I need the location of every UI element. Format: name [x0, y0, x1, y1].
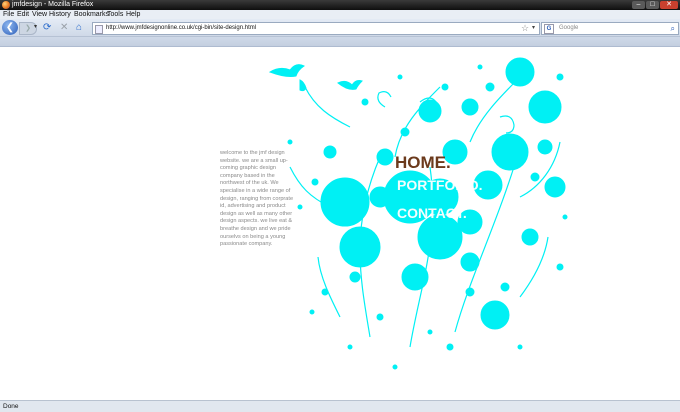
nav-link-portfolio[interactable]: PORTFOLIO. — [397, 177, 483, 193]
menu-bar: File Edit View History Bookmarks Tools H… — [0, 10, 680, 19]
menu-file[interactable]: File — [3, 10, 14, 19]
splash-artwork — [268, 57, 568, 370]
nav-link-home[interactable]: HOME. — [395, 153, 451, 173]
search-box[interactable]: G Google ⌕ — [541, 22, 679, 35]
window-titlebar: jmfdesign - Mozilla Firefox – □ ✕ — [0, 0, 680, 10]
back-button[interactable]: ❮ — [2, 20, 18, 35]
address-dropdown-icon[interactable]: ▾ — [532, 23, 535, 34]
bookmark-star-icon[interactable]: ☆ — [521, 23, 529, 34]
search-icon[interactable]: ⌕ — [671, 23, 675, 34]
status-bar: Done — [0, 400, 680, 412]
page-icon — [95, 25, 103, 34]
bookmarks-toolbar — [0, 37, 680, 47]
home-icon[interactable]: ⌂ — [76, 22, 82, 33]
close-button[interactable]: ✕ — [660, 1, 678, 9]
intro-text: welcome to the jmf design website. we ar… — [220, 150, 294, 248]
firefox-icon — [2, 1, 10, 9]
search-engine-icon[interactable]: G — [544, 24, 554, 34]
search-input[interactable]: Google — [559, 23, 578, 34]
menu-view[interactable]: View — [32, 10, 47, 19]
window-title: jmfdesign - Mozilla Firefox — [12, 1, 94, 8]
minimize-button[interactable]: – — [632, 1, 645, 9]
status-text: Done — [3, 403, 19, 410]
menu-tools[interactable]: Tools — [107, 10, 123, 19]
bird-shape — [299, 79, 307, 92]
navigation-toolbar: ❮ ❯ ▾ ⟳ ✕ ⌂ http://www.jmfdesignonline.c… — [0, 19, 680, 37]
history-dropdown-icon[interactable]: ▾ — [34, 23, 37, 30]
menu-bookmarks[interactable]: Bookmarks — [74, 10, 109, 19]
bird-shape — [337, 80, 363, 90]
address-bar[interactable]: http://www.jmfdesignonline.co.uk/cgi-bin… — [92, 22, 540, 35]
page-content: welcome to the jmf design website. we ar… — [0, 47, 680, 400]
nav-link-contact[interactable]: CONTACT. — [397, 205, 467, 221]
menu-help[interactable]: Help — [126, 10, 140, 19]
menu-edit[interactable]: Edit — [17, 10, 29, 19]
menu-history[interactable]: History — [49, 10, 71, 19]
reload-icon[interactable]: ⟳ — [43, 22, 51, 33]
address-url[interactable]: http://www.jmfdesignonline.co.uk/cgi-bin… — [106, 23, 256, 34]
maximize-button[interactable]: □ — [646, 1, 659, 9]
stop-icon[interactable]: ✕ — [60, 22, 68, 33]
bird-shape — [268, 64, 305, 77]
